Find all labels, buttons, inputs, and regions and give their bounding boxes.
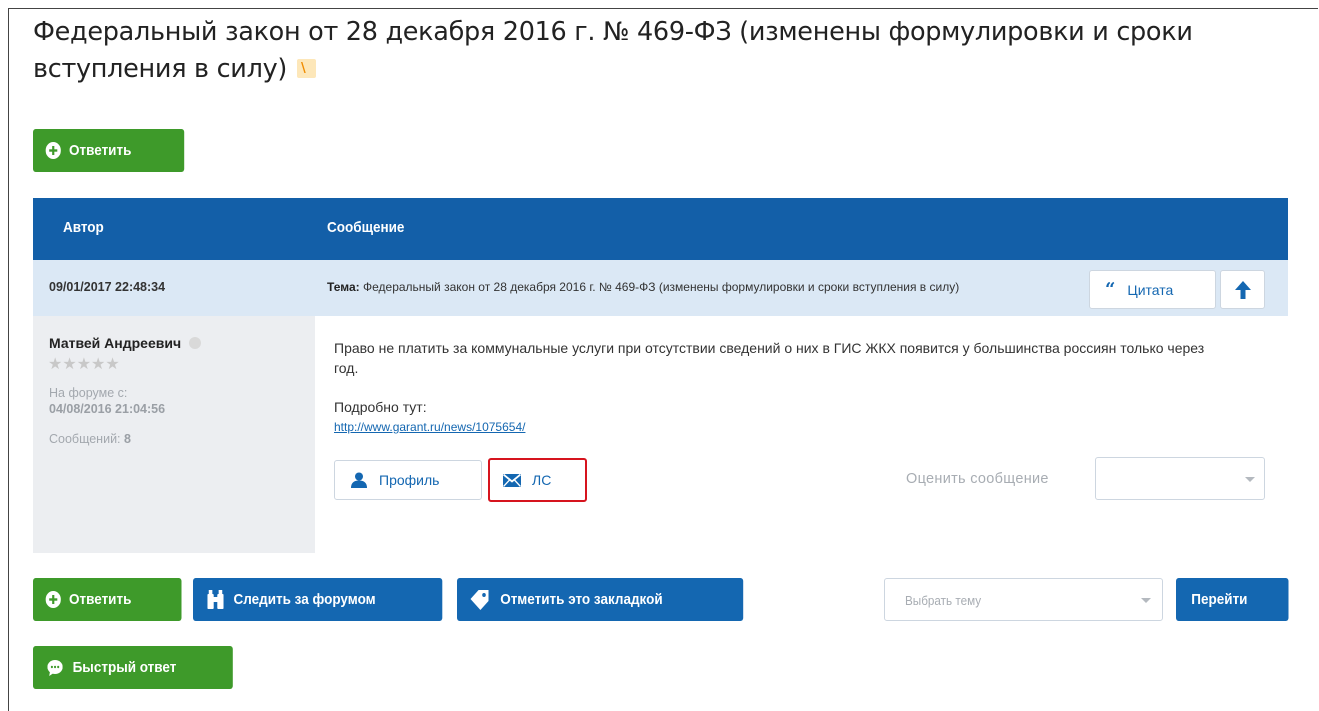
bookmark-button[interactable]: Отметить это закладкой: [457, 578, 744, 621]
column-message: Сообщение: [327, 219, 405, 236]
posts-count: 8: [124, 432, 131, 446]
message-text: Право не платить за коммунальные услуги …: [334, 340, 1205, 376]
posts-table: Автор Сообщение 09/01/2017 22:48:34 Тема…: [33, 198, 1288, 553]
posts-label: Сообщений:: [49, 432, 121, 446]
author-name[interactable]: Матвей Андреевич: [49, 335, 202, 351]
plus-circle-icon: [45, 591, 61, 608]
rate-message-select[interactable]: [1095, 457, 1265, 500]
user-icon: [351, 472, 367, 488]
quote-button-label: Цитата: [1127, 281, 1174, 298]
profile-button-label: Профиль: [379, 472, 440, 488]
quote-button[interactable]: “ Цитата: [1089, 270, 1216, 309]
reply-button-bottom-label: Ответить: [69, 591, 132, 608]
go-button[interactable]: Перейти: [1176, 578, 1289, 621]
subject-label: Тема:: [327, 280, 360, 294]
arrow-up-icon: [1234, 280, 1251, 299]
author-rating-stars: ★★★★★: [48, 356, 120, 373]
topic-select[interactable]: Выбрать тему: [884, 578, 1163, 621]
author-panel: Матвей Андреевич ★★★★★ На форуме с: 04/0…: [33, 316, 315, 553]
chevron-down-icon: [1141, 598, 1151, 603]
chat-bubble-icon: [47, 659, 63, 676]
topic-select-placeholder: Выбрать тему: [905, 593, 982, 608]
scroll-top-button[interactable]: [1220, 270, 1265, 309]
envelope-icon: [503, 473, 521, 487]
reply-button-bottom[interactable]: Ответить: [33, 578, 182, 621]
profile-button[interactable]: Профиль: [334, 460, 482, 500]
quote-icon: “: [1105, 278, 1116, 300]
watch-forum-button[interactable]: Следить за форумом: [193, 578, 443, 621]
author-name-text: Матвей Андреевич: [49, 335, 182, 351]
more-label: Подробно тут:: [334, 399, 427, 415]
binoculars-icon: [207, 590, 224, 609]
since-value: 04/08/2016 21:04:56: [49, 402, 166, 416]
chevron-down-icon: [1245, 477, 1255, 482]
subject-text: Федеральный закон от 28 декабря 2016 г. …: [362, 280, 960, 294]
rss-icon[interactable]: \: [297, 59, 317, 78]
column-author: Автор: [63, 219, 104, 236]
topic-title-text: Федеральный закон от 28 декабря 2016 г. …: [33, 17, 1193, 84]
quick-reply-button[interactable]: Быстрый ответ: [33, 646, 233, 689]
private-message-button[interactable]: ЛС: [488, 458, 587, 502]
since-label: На форуме с:: [49, 386, 128, 400]
table-header: Автор Сообщение: [33, 198, 1288, 260]
plus-circle-icon: [45, 142, 61, 159]
page-title: Федеральный закон от 28 декабря 2016 г. …: [33, 14, 1293, 88]
post-subject: Тема: Федеральный закон от 28 декабря 20…: [327, 280, 1084, 294]
bookmark-label: Отметить это закладкой: [500, 591, 663, 608]
reply-button-top[interactable]: Ответить: [33, 129, 185, 172]
quick-reply-label: Быстрый ответ: [72, 659, 177, 676]
watch-forum-label: Следить за форумом: [233, 591, 376, 608]
news-link[interactable]: http://www.garant.ru/news/1075654/: [334, 420, 525, 434]
reply-button-label: Ответить: [69, 142, 132, 159]
message-panel: Право не платить за коммунальные услуги …: [315, 316, 1288, 553]
rate-message-label: Оценить сообщение: [906, 471, 1049, 487]
go-button-label: Перейти: [1191, 591, 1248, 608]
author-posts: Сообщений: 8: [49, 432, 131, 446]
post-datetime: 09/01/2017 22:48:34: [49, 280, 166, 294]
private-message-label: ЛС: [532, 472, 552, 488]
offline-status-icon: [189, 337, 202, 349]
tag-icon: [470, 589, 489, 610]
post-meta-row: 09/01/2017 22:48:34 Тема: Федеральный за…: [33, 260, 1288, 316]
